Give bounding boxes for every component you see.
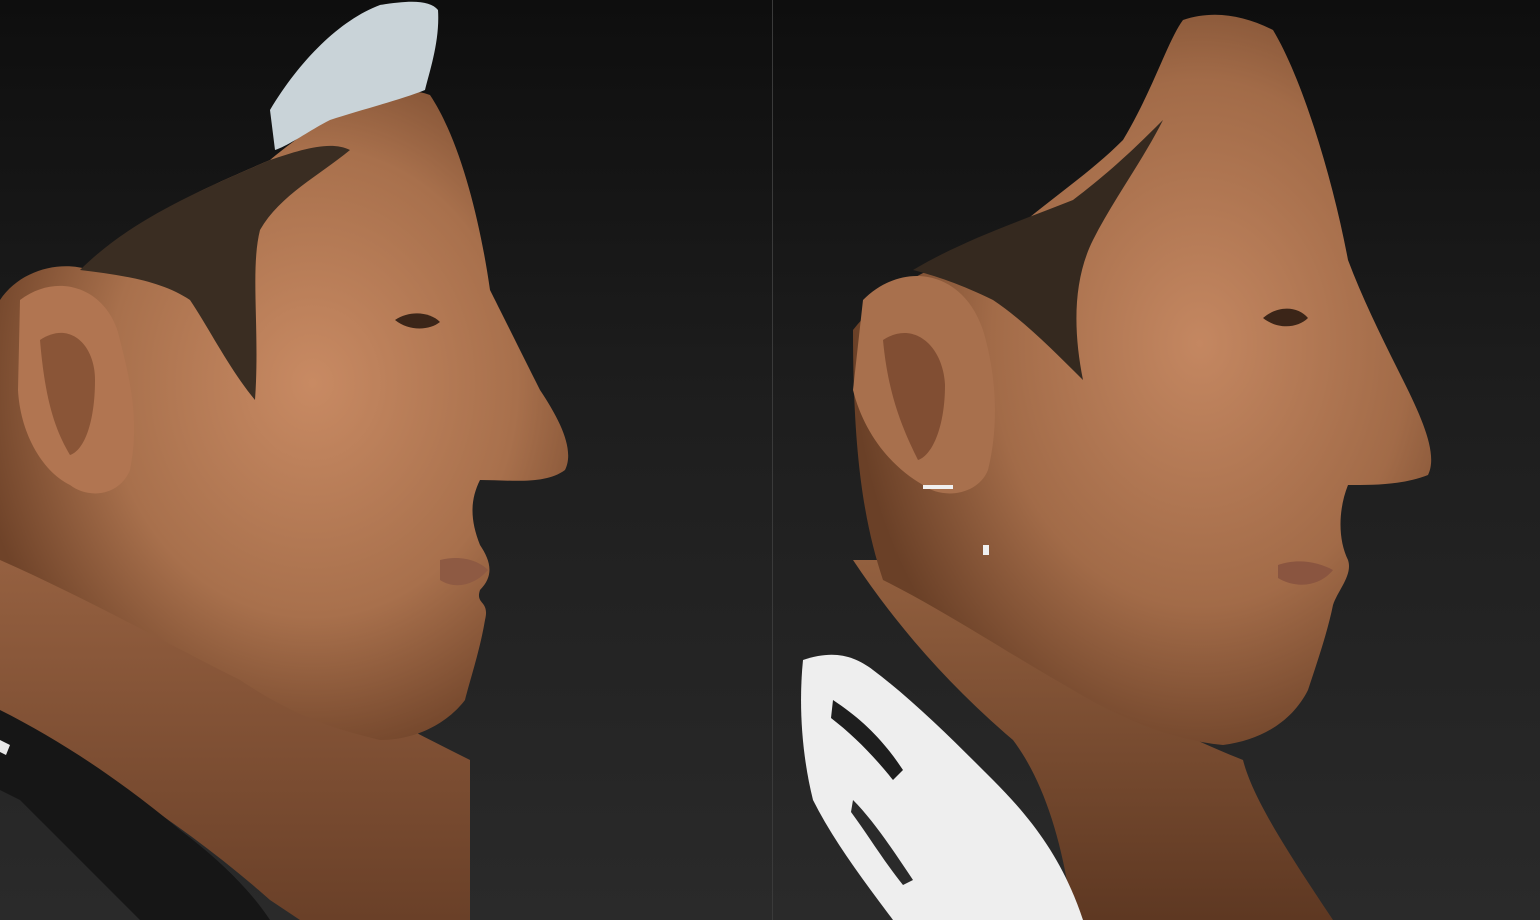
comparison-viewer	[0, 0, 1540, 920]
before-face-scan	[0, 1, 569, 920]
before-pane[interactable]	[0, 0, 772, 920]
after-pane[interactable]	[773, 0, 1540, 920]
after-face-scan	[801, 14, 1432, 920]
